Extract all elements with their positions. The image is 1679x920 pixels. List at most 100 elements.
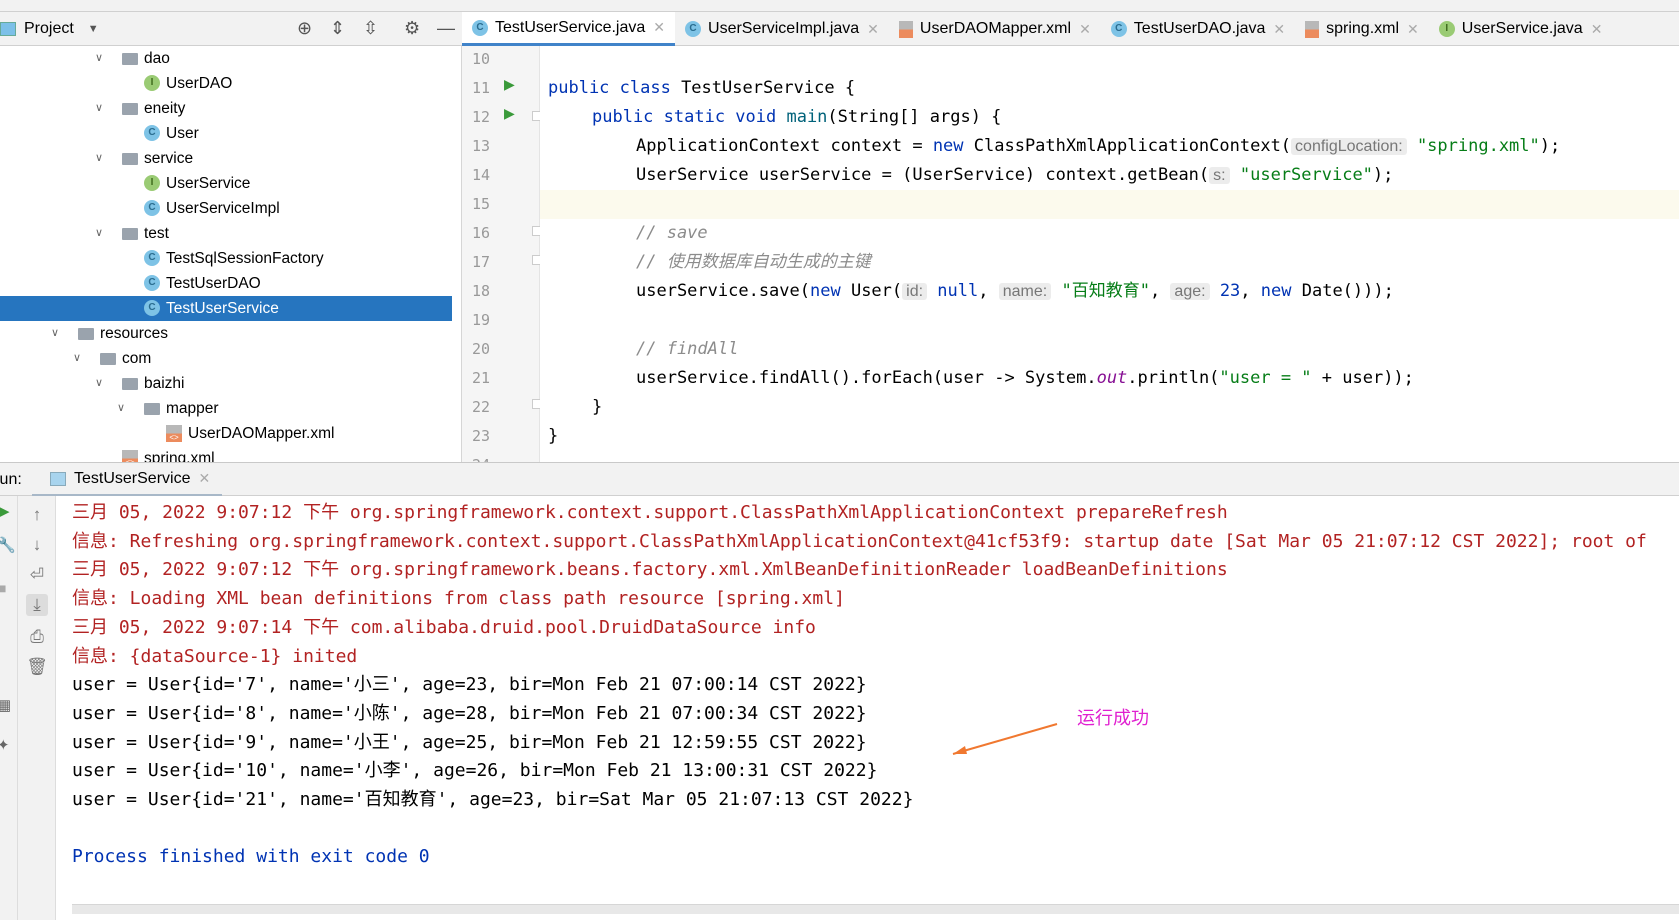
- tree-item-com[interactable]: ∨ com: [0, 346, 452, 371]
- run-gutter-icon[interactable]: ▶: [504, 105, 515, 122]
- run-gutter-icon[interactable]: ▶: [504, 76, 515, 93]
- layout-icon[interactable]: ▦: [0, 696, 11, 714]
- code-line-17: // 使用数据库自动生成的主键: [636, 252, 871, 272]
- class-icon: C: [1110, 21, 1127, 37]
- code-text: ,: [978, 281, 999, 301]
- tree-item-baizhi[interactable]: ∨ baizhi: [0, 371, 452, 396]
- tree-item-label: dao: [144, 50, 170, 67]
- tab-userservice-java[interactable]: I UserService.java ✕: [1429, 12, 1613, 46]
- tab-label: spring.xml: [1326, 20, 1400, 37]
- code-text: TestUserService {: [681, 78, 856, 98]
- keyword: new: [1260, 281, 1302, 301]
- code-text: ClassPathXmlApplicationContext(: [973, 136, 1292, 156]
- tab-userserviceimpl-java[interactable]: C UserServiceImpl.java ✕: [675, 12, 889, 46]
- run-tab[interactable]: TestUserService ✕: [32, 463, 222, 497]
- arrow-down-icon[interactable]: ↓: [26, 534, 48, 556]
- tree-item-eneity[interactable]: ∨ eneity: [0, 96, 452, 121]
- close-icon[interactable]: ✕: [1273, 21, 1285, 38]
- chevron-down-icon[interactable]: ∨: [114, 396, 128, 421]
- hide-icon[interactable]: —: [437, 18, 455, 39]
- tree-item-testuserdao[interactable]: C TestUserDAO: [0, 271, 452, 296]
- chevron-down-icon[interactable]: ∨: [92, 46, 106, 71]
- tree-item-testuserservice[interactable]: C TestUserService: [0, 296, 452, 321]
- chevron-down-icon[interactable]: ▼: [88, 23, 99, 35]
- line-number: 17: [472, 253, 491, 271]
- tab-label: UserDAOMapper.xml: [919, 20, 1072, 37]
- chevron-down-icon[interactable]: ∨: [48, 321, 62, 346]
- line-number: 13: [472, 137, 491, 155]
- pin-icon[interactable]: ✦: [0, 736, 10, 754]
- tree-item-service[interactable]: ∨ service: [0, 146, 452, 171]
- close-icon[interactable]: ✕: [198, 470, 210, 487]
- tab-userdaomapper-xml[interactable]: UserDAOMapper.xml ✕: [889, 12, 1101, 46]
- tree-item-label: spring.xml: [144, 450, 215, 462]
- code-editor[interactable]: public class TestUserService { public st…: [540, 46, 1679, 462]
- code-text: User(: [850, 281, 903, 301]
- close-icon[interactable]: ✕: [653, 19, 665, 36]
- tree-item-dao[interactable]: ∨ dao: [0, 46, 452, 71]
- print-icon[interactable]: ⎙: [26, 626, 48, 648]
- console-toolbar: ↑ ↓ ⏎ ⤓ ⎙ 🗑: [18, 496, 56, 920]
- close-icon[interactable]: ✕: [1079, 21, 1091, 38]
- chevron-down-icon[interactable]: ∨: [70, 346, 84, 371]
- code-text: );: [1372, 165, 1394, 185]
- close-icon[interactable]: ✕: [1407, 21, 1419, 38]
- tree-item-label: User: [166, 125, 199, 142]
- locate-icon[interactable]: ⊕: [297, 18, 312, 39]
- wrench-icon[interactable]: 🔧: [0, 536, 16, 554]
- tree-item-label: TestUserDAO: [166, 275, 261, 292]
- scroll-to-end-icon[interactable]: ⤓: [26, 594, 48, 616]
- annotation-arrow: [952, 723, 1058, 755]
- tree-item-resources[interactable]: ∨ resources: [0, 321, 452, 346]
- chevron-down-icon[interactable]: ∨: [92, 221, 106, 246]
- code-line-14: UserService userService = (UserService) …: [636, 161, 1393, 190]
- class-icon: C: [685, 21, 702, 37]
- close-icon[interactable]: ✕: [867, 21, 879, 38]
- chevron-down-icon[interactable]: ∨: [92, 96, 106, 121]
- line-number: 21: [472, 369, 491, 387]
- close-icon[interactable]: ✕: [1591, 21, 1603, 38]
- arrow-head: [953, 746, 967, 754]
- code-text: (String[] args) {: [827, 107, 1002, 127]
- folder-icon: [122, 153, 138, 165]
- run-tab-label: TestUserService: [74, 469, 191, 487]
- horizontal-scrollbar[interactable]: [72, 904, 1679, 914]
- console-output[interactable]: 三月 05, 2022 9:07:12 下午 org.springframewo…: [56, 496, 1679, 920]
- console-line: user = User{id='8', name='小陈', age=28, b…: [72, 702, 867, 724]
- tree-item-test[interactable]: ∨ test: [0, 221, 452, 246]
- keyword: new: [932, 136, 974, 156]
- tab-testuserdao-java[interactable]: C TestUserDAO.java ✕: [1101, 12, 1295, 46]
- editor-gutter: ▶ ▶ 101112131415161718192021222324: [462, 46, 542, 474]
- tree-item-testsqlsessionfactory[interactable]: C TestSqlSessionFactory: [0, 246, 452, 271]
- rerun-icon[interactable]: ▶: [0, 502, 10, 520]
- tree-item-userdaomapper-xml[interactable]: <> UserDAOMapper.xml: [0, 421, 452, 446]
- tree-item-label: UserServiceImpl: [166, 200, 280, 217]
- project-title[interactable]: Project: [24, 20, 74, 38]
- chevron-down-icon[interactable]: ∨: [92, 371, 106, 396]
- class-icon: C: [144, 300, 160, 316]
- trash-icon[interactable]: 🗑: [26, 656, 48, 678]
- project-tree: ∨ dao I UserDAO ∨ eneity C User ∨ service I UserSer…: [0, 46, 462, 462]
- soft-wrap-icon[interactable]: ⏎: [26, 564, 48, 586]
- tree-item-userdao[interactable]: I UserDAO: [0, 71, 452, 96]
- tab-testuserservice-java[interactable]: C TestUserService.java ✕: [462, 12, 676, 46]
- expand-all-icon[interactable]: ⇕: [330, 18, 345, 39]
- line-number: 14: [472, 166, 491, 184]
- tree-item-userservice[interactable]: I UserService: [0, 171, 452, 196]
- collapse-all-icon[interactable]: ⇳: [363, 18, 378, 39]
- class-icon: C: [144, 250, 160, 266]
- code-text: ,: [1149, 281, 1171, 301]
- chevron-down-icon[interactable]: ∨: [92, 146, 106, 171]
- parameter-hint: age:: [1170, 283, 1210, 300]
- arrow-up-icon[interactable]: ↑: [26, 504, 48, 526]
- breadcrumb-bar: [0, 0, 1679, 12]
- tree-item-spring-xml[interactable]: <> spring.xml: [0, 446, 452, 462]
- tab-spring-xml[interactable]: spring.xml ✕: [1295, 12, 1429, 46]
- gear-icon[interactable]: ⚙: [404, 18, 420, 39]
- tree-item-user[interactable]: C User: [0, 121, 452, 146]
- xml-file-icon: <>: [166, 425, 182, 442]
- stop-icon[interactable]: ■: [0, 580, 6, 596]
- tree-item-userserviceimpl[interactable]: C UserServiceImpl: [0, 196, 452, 221]
- parameter-hint: s:: [1209, 167, 1230, 184]
- tree-item-mapper[interactable]: ∨ mapper: [0, 396, 452, 421]
